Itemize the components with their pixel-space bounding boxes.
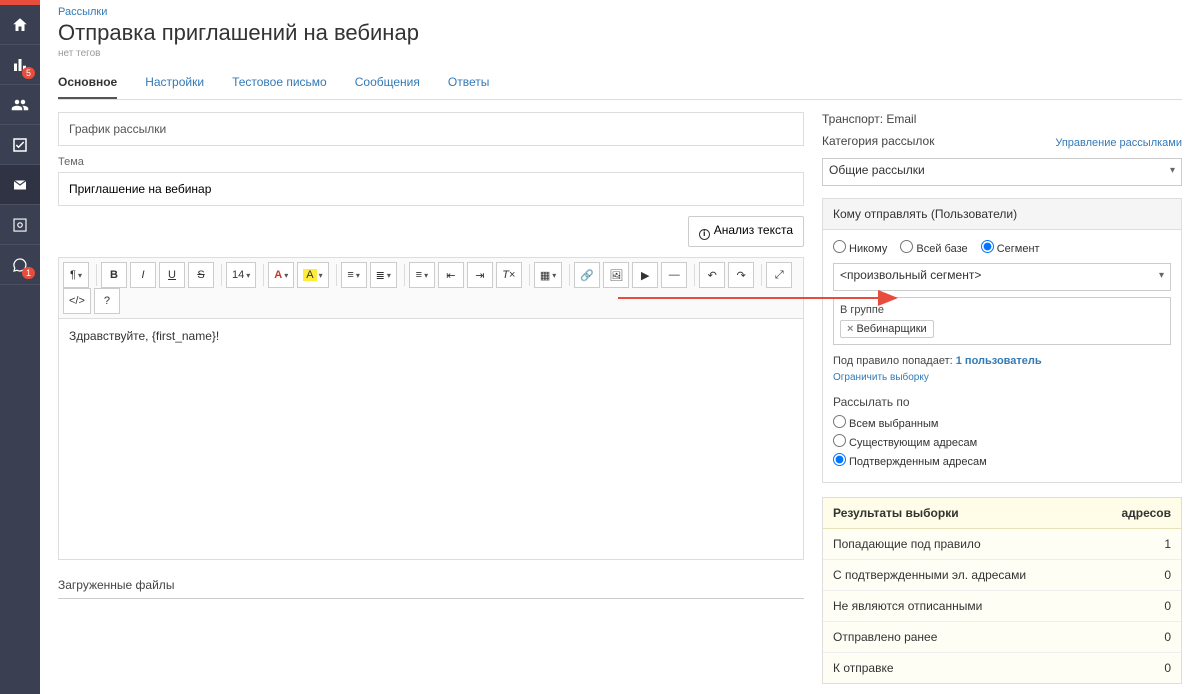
page-title: Отправка приглашений на вебинар bbox=[58, 20, 1182, 46]
manage-link[interactable]: Управление рассылками bbox=[1055, 137, 1182, 149]
tb-image[interactable]: 🖼 bbox=[603, 262, 629, 288]
tab-main[interactable]: Основное bbox=[58, 67, 117, 99]
group-tagbox[interactable]: В группе ×Вебинарщики bbox=[833, 297, 1171, 345]
tb-help[interactable]: ? bbox=[94, 288, 120, 314]
transport-line: Транспорт: Email bbox=[822, 112, 1182, 126]
result-row: С подтвержденными эл. адресами0 bbox=[823, 560, 1181, 591]
tb-fontsize[interactable]: 14 bbox=[226, 262, 256, 288]
tb-ul[interactable]: ≡ bbox=[341, 262, 367, 288]
subject-input[interactable] bbox=[58, 172, 804, 206]
radio-all[interactable]: Всей базе bbox=[900, 243, 967, 255]
sidebar-settings[interactable] bbox=[0, 205, 40, 245]
group-tag: ×Вебинарщики bbox=[840, 320, 934, 338]
sidebar-nav: 5 1 bbox=[0, 0, 40, 694]
tb-redo[interactable]: ↷ bbox=[728, 262, 754, 288]
group-label: В группе bbox=[840, 304, 1164, 316]
sendby-title: Рассылать по bbox=[833, 395, 1171, 409]
editor-box: ¶ B I U S 14 A А ≡ ≣ bbox=[58, 257, 804, 560]
tb-video[interactable]: ▶ bbox=[632, 262, 658, 288]
limit-link[interactable]: Ограничить выборку bbox=[833, 372, 929, 383]
subject-label: Тема bbox=[58, 156, 804, 168]
tb-undo[interactable]: ↶ bbox=[699, 262, 725, 288]
tb-underline[interactable]: U bbox=[159, 262, 185, 288]
radio-segment[interactable]: Сегмент bbox=[981, 243, 1040, 255]
tab-settings[interactable]: Настройки bbox=[145, 67, 204, 99]
tb-highlight[interactable]: А bbox=[297, 262, 328, 288]
result-row: К отправке0 bbox=[823, 653, 1181, 683]
analysis-button-label: Анализ текста bbox=[714, 223, 793, 237]
result-row: Не являются отписанными0 bbox=[823, 591, 1181, 622]
tb-fullscreen[interactable]: ⤢ bbox=[766, 262, 792, 288]
right-column: Транспорт: Email Категория рассылок Упра… bbox=[822, 112, 1182, 684]
tb-table[interactable]: ▦ bbox=[534, 262, 562, 288]
tb-align[interactable]: ≡ bbox=[409, 262, 435, 288]
sidebar-stats[interactable]: 5 bbox=[0, 45, 40, 85]
tb-clear[interactable]: T× bbox=[496, 262, 522, 288]
tb-hr[interactable]: — bbox=[661, 262, 687, 288]
tag-remove-icon[interactable]: × bbox=[847, 323, 853, 335]
left-column: График рассылки Тема i Анализ текста ¶ B … bbox=[58, 112, 804, 684]
category-select[interactable]: Общие рассылки bbox=[822, 158, 1182, 186]
segment-select[interactable]: <произвольный сегмент> bbox=[833, 263, 1171, 291]
analysis-button[interactable]: i Анализ текста bbox=[688, 216, 804, 247]
sidebar-comments[interactable]: 1 bbox=[0, 245, 40, 285]
sendby-radios: Всем выбранным Существующим адресам Подт… bbox=[833, 415, 1171, 468]
tb-color[interactable]: A bbox=[268, 262, 294, 288]
tb-outdent[interactable]: ⇤ bbox=[438, 262, 464, 288]
tb-indent[interactable]: ⇥ bbox=[467, 262, 493, 288]
tab-messages[interactable]: Сообщения bbox=[355, 67, 420, 99]
breadcrumb-link[interactable]: Рассылки bbox=[58, 6, 107, 18]
recipients-panel: Кому отправлять (Пользователи) Никому Вс… bbox=[822, 198, 1182, 483]
recipients-header: Кому отправлять (Пользователи) bbox=[823, 199, 1181, 230]
tb-ol[interactable]: ≣ bbox=[370, 262, 397, 288]
tb-italic[interactable]: I bbox=[130, 262, 156, 288]
sidebar-mail[interactable] bbox=[0, 165, 40, 205]
tab-replies[interactable]: Ответы bbox=[448, 67, 489, 99]
no-tags-label: нет тегов bbox=[58, 48, 1182, 59]
sidebar-tasks[interactable] bbox=[0, 125, 40, 165]
tb-format[interactable]: ¶ bbox=[63, 262, 89, 288]
home-icon bbox=[11, 16, 29, 34]
sendby-existing[interactable]: Существующим адресам bbox=[833, 434, 1171, 449]
uploaded-files-label: Загруженные файлы bbox=[58, 578, 804, 599]
comment-badge: 1 bbox=[22, 267, 35, 279]
editor-body[interactable]: Здравствуйте, {first_name}! bbox=[59, 319, 803, 559]
results-header: Результаты выборкиадресов bbox=[823, 498, 1181, 529]
result-row: Отправлено ранее0 bbox=[823, 622, 1181, 653]
users-icon bbox=[11, 96, 29, 114]
breadcrumb: Рассылки bbox=[58, 6, 1182, 18]
sendby-all[interactable]: Всем выбранным bbox=[833, 415, 1171, 430]
editor-toolbar: ¶ B I U S 14 A А ≡ ≣ bbox=[59, 258, 803, 319]
gear-icon bbox=[11, 216, 29, 234]
tb-code[interactable]: </> bbox=[63, 288, 91, 314]
main-content: Рассылки Отправка приглашений на вебинар… bbox=[40, 0, 1200, 694]
rule-match-text: Под правило попадает: 1 пользователь bbox=[833, 355, 1171, 367]
check-icon bbox=[11, 136, 29, 154]
radio-none[interactable]: Никому bbox=[833, 243, 887, 255]
tabs: Основное Настройки Тестовое письмо Сообщ… bbox=[58, 67, 1182, 100]
results-panel: Результаты выборкиадресов Попадающие под… bbox=[822, 497, 1182, 684]
sidebar-users[interactable] bbox=[0, 85, 40, 125]
mail-icon bbox=[11, 176, 29, 194]
tb-bold[interactable]: B bbox=[101, 262, 127, 288]
stats-badge: 5 bbox=[22, 67, 35, 79]
schedule-panel[interactable]: График рассылки bbox=[58, 112, 804, 146]
info-icon: i bbox=[699, 229, 710, 240]
tag-label: Вебинарщики bbox=[856, 323, 926, 335]
sidebar-home[interactable] bbox=[0, 5, 40, 45]
recipient-mode-radios: Никому Всей базе Сегмент bbox=[833, 240, 1171, 255]
tb-strike[interactable]: S bbox=[188, 262, 214, 288]
tb-link[interactable]: 🔗 bbox=[574, 262, 600, 288]
tab-test[interactable]: Тестовое письмо bbox=[232, 67, 327, 99]
rule-count: 1 пользователь bbox=[956, 355, 1042, 367]
sendby-confirmed[interactable]: Подтвержденным адресам bbox=[833, 453, 1171, 468]
category-label: Категория рассылок bbox=[822, 134, 934, 148]
result-row: Попадающие под правило1 bbox=[823, 529, 1181, 560]
